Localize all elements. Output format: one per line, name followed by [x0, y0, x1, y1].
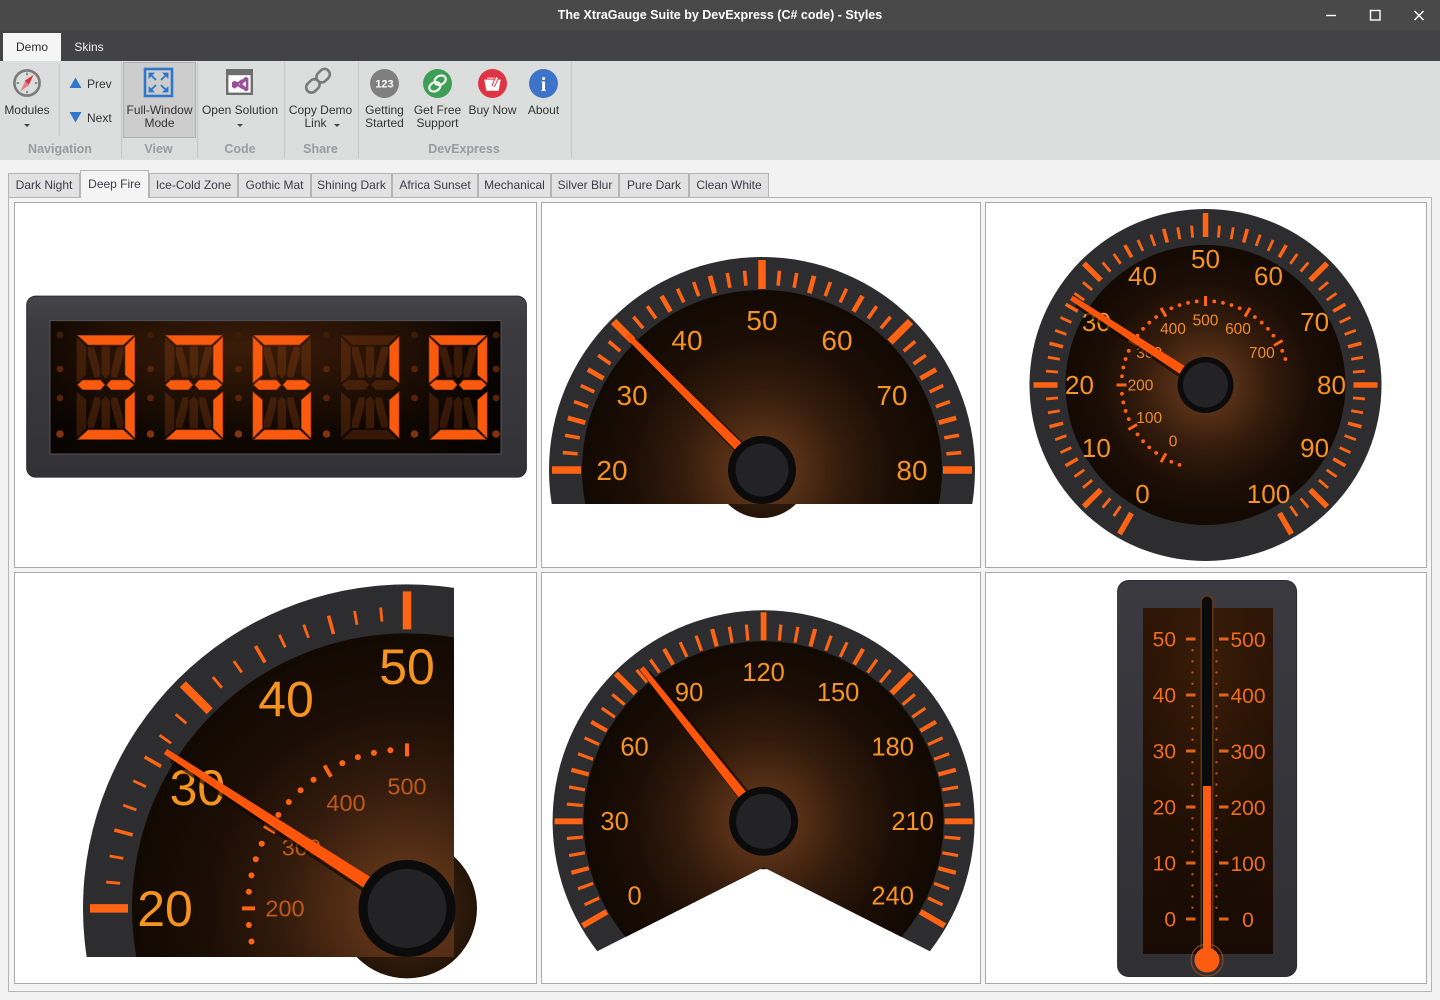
- svg-text:500: 500: [1230, 629, 1265, 652]
- svg-text:210: 210: [891, 808, 934, 836]
- svg-text:700: 700: [1249, 345, 1275, 362]
- svg-text:200: 200: [1230, 797, 1265, 820]
- svg-text:40: 40: [258, 671, 314, 727]
- svg-text:0: 0: [1164, 909, 1176, 932]
- svg-text:20: 20: [1065, 370, 1094, 400]
- svg-text:20: 20: [596, 455, 627, 486]
- svg-text:0: 0: [1242, 909, 1254, 932]
- svg-text:40: 40: [671, 325, 702, 356]
- svg-text:0: 0: [1169, 434, 1178, 451]
- svg-text:10: 10: [1082, 433, 1111, 463]
- svg-text:100: 100: [1230, 853, 1265, 876]
- svg-text:20: 20: [1153, 797, 1176, 820]
- svg-text:70: 70: [1300, 307, 1329, 337]
- svg-text:30: 30: [1153, 741, 1176, 764]
- svg-text:30: 30: [600, 808, 628, 836]
- svg-text:10: 10: [1153, 853, 1176, 876]
- svg-text:40: 40: [1128, 261, 1157, 291]
- svg-text:100: 100: [1247, 479, 1290, 509]
- svg-text:120: 120: [742, 659, 785, 687]
- svg-text:0: 0: [1135, 479, 1149, 509]
- svg-text:80: 80: [896, 455, 927, 486]
- svg-text:60: 60: [821, 325, 852, 356]
- svg-text:50: 50: [379, 639, 435, 695]
- svg-text:60: 60: [620, 734, 648, 762]
- svg-text:500: 500: [1193, 312, 1219, 329]
- svg-text:50: 50: [746, 305, 777, 336]
- svg-text:60: 60: [1254, 261, 1283, 291]
- svg-text:70: 70: [876, 380, 907, 411]
- svg-text:300: 300: [1230, 741, 1265, 764]
- svg-text:20: 20: [137, 881, 193, 937]
- svg-text:200: 200: [265, 896, 304, 922]
- svg-text:400: 400: [1160, 321, 1186, 338]
- svg-text:80: 80: [1317, 370, 1346, 400]
- svg-text:400: 400: [1230, 685, 1265, 708]
- svg-text:240: 240: [871, 883, 914, 911]
- svg-text:50: 50: [1153, 629, 1176, 652]
- svg-text:123: 123: [375, 79, 393, 91]
- svg-text:150: 150: [817, 679, 860, 707]
- svg-text:0: 0: [627, 883, 641, 911]
- svg-text:200: 200: [1128, 377, 1154, 394]
- svg-text:i: i: [541, 74, 547, 96]
- svg-text:90: 90: [675, 679, 703, 707]
- svg-text:600: 600: [1225, 321, 1251, 338]
- svg-text:30: 30: [617, 380, 648, 411]
- svg-text:500: 500: [387, 774, 426, 800]
- svg-text:50: 50: [1191, 244, 1220, 274]
- svg-text:90: 90: [1300, 433, 1329, 463]
- svg-text:400: 400: [326, 790, 365, 816]
- svg-text:40: 40: [1153, 685, 1176, 708]
- svg-text:180: 180: [871, 734, 914, 762]
- svg-text:100: 100: [1136, 410, 1162, 427]
